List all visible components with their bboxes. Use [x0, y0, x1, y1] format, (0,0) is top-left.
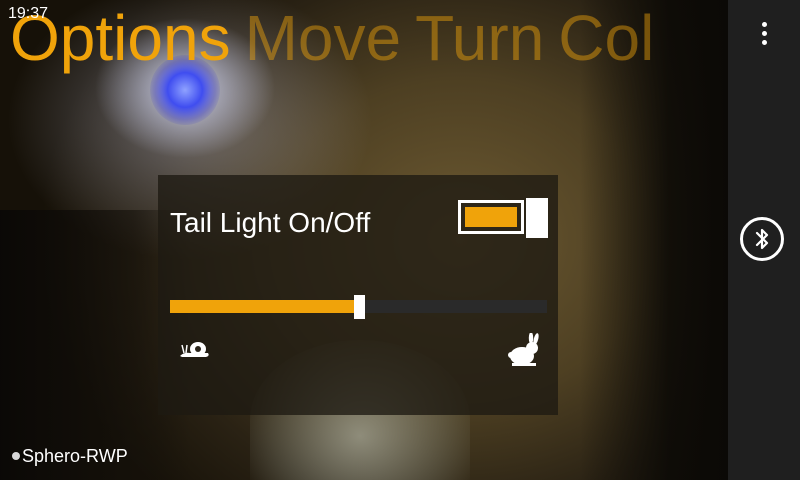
pivot-header-turn[interactable]: Turn — [415, 2, 544, 74]
toggle-track — [458, 200, 524, 234]
phone-screen: Options Move Turn Col 19:37 Tail Light On/O… — [0, 0, 800, 480]
tail-light-label: Tail Light On/Off — [170, 207, 371, 238]
connected-device: Sphero-RWP — [12, 445, 128, 467]
bluetooth-button[interactable] — [740, 217, 784, 261]
more-dots-icon[interactable] — [754, 22, 774, 52]
device-status-dot — [12, 452, 20, 460]
slider-fill — [170, 300, 359, 313]
snail-icon — [180, 342, 209, 357]
pivot-header-color[interactable]: Col — [558, 2, 654, 74]
pivot-headers: Options Move Turn Col — [10, 2, 668, 74]
speed-slider[interactable] — [170, 295, 547, 319]
bluetooth-icon — [755, 228, 769, 250]
slider-thumb[interactable] — [354, 295, 365, 319]
pivot-header-move[interactable]: Move — [245, 2, 402, 74]
app-bar — [728, 0, 800, 480]
rabbit-icon — [508, 333, 539, 366]
options-panel: Tail Light On/Off — [158, 175, 558, 415]
tail-light-toggle[interactable] — [458, 198, 548, 238]
status-time: 19:37 — [8, 5, 49, 22]
toggle-fill — [465, 207, 517, 227]
device-name-label: Sphero-RWP — [22, 446, 128, 466]
toggle-thumb[interactable] — [526, 198, 548, 238]
